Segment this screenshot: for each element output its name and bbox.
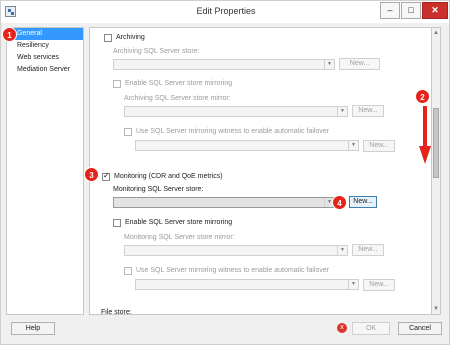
scroll-up-icon[interactable]: ▲ <box>432 28 440 38</box>
nav-item-mediation-server[interactable]: Mediation Server <box>7 64 83 76</box>
archiving-mirror-store-label: Archiving SQL Server store mirror: <box>124 95 231 102</box>
scroll-thumb[interactable] <box>433 108 439 178</box>
monitoring-mirroring-label: Enable SQL Server store mirroring <box>125 219 233 226</box>
file-store-label: File store: <box>101 309 132 316</box>
nav-item-general[interactable]: General <box>7 28 83 40</box>
monitoring-witness-label: Use SQL Server mirroring witness to enab… <box>136 267 330 274</box>
annotation-marker-2: 2 <box>415 89 430 104</box>
monitoring-witness-new-button[interactable]: New... <box>363 279 395 291</box>
archiving-mirroring-checkbox[interactable] <box>113 80 121 88</box>
archiving-witness-label: Use SQL Server mirroring witness to enab… <box>136 128 330 135</box>
archiving-new-button[interactable]: New... <box>339 58 380 70</box>
monitoring-store-label: Monitoring SQL Server store: <box>113 186 204 193</box>
nav-item-web-services[interactable]: Web services <box>7 52 83 64</box>
archiving-mirror-new-button[interactable]: New... <box>352 105 384 117</box>
ok-button[interactable]: OK <box>352 322 390 335</box>
chevron-down-icon: ▼ <box>337 246 347 255</box>
archiving-witness-new-button[interactable]: New... <box>363 140 395 152</box>
monitoring-mirror-new-button[interactable]: New... <box>352 244 384 256</box>
annotation-marker-1: 1 <box>2 27 17 42</box>
chevron-down-icon: ▼ <box>348 141 358 150</box>
close-button[interactable]: ✕ <box>422 2 448 19</box>
monitoring-witness-checkbox[interactable] <box>124 267 132 275</box>
archiving-store-select[interactable]: ▼ <box>113 59 335 70</box>
vertical-scrollbar[interactable]: ▲ ▼ <box>431 27 441 315</box>
annotation-marker-3: 3 <box>84 167 99 182</box>
archiving-witness-select[interactable]: ▼ <box>135 140 359 151</box>
monitoring-label: Monitoring (CDR and QoE metrics) <box>114 173 223 180</box>
edit-properties-window: Edit Properties – □ ✕ General Resiliency… <box>0 0 450 345</box>
help-button[interactable]: Help <box>11 322 55 335</box>
chevron-down-icon: ▼ <box>337 107 347 116</box>
archiving-witness-checkbox[interactable] <box>124 128 132 136</box>
monitoring-checkbox[interactable] <box>102 171 110 181</box>
annotation-marker-4: 4 <box>332 195 347 210</box>
scroll-down-arrow-icon <box>419 106 431 164</box>
archiving-store-label: Archiving SQL Server store: <box>113 48 200 55</box>
title-bar: Edit Properties – □ ✕ <box>1 1 449 23</box>
minimize-button[interactable]: – <box>380 2 400 19</box>
monitoring-new-button[interactable]: New... <box>349 196 377 208</box>
archiving-mirror-select[interactable]: ▼ <box>124 106 348 117</box>
monitoring-witness-select[interactable]: ▼ <box>135 279 359 290</box>
monitoring-store-select[interactable]: ▼ <box>113 197 335 208</box>
chevron-down-icon: ▼ <box>324 60 334 69</box>
cancel-button[interactable]: Cancel <box>398 322 442 335</box>
scroll-down-icon[interactable]: ▼ <box>432 304 440 314</box>
maximize-button[interactable]: □ <box>401 2 421 19</box>
archiving-label: Archiving <box>116 34 145 41</box>
monitoring-mirror-store-label: Monitoring SQL Server store mirror: <box>124 234 235 241</box>
monitoring-mirroring-checkbox[interactable] <box>113 219 121 227</box>
archiving-mirroring-label: Enable SQL Server store mirroring <box>125 80 233 87</box>
error-icon: x <box>337 323 347 333</box>
monitoring-mirror-select[interactable]: ▼ <box>124 245 348 256</box>
nav-item-resiliency[interactable]: Resiliency <box>7 40 83 52</box>
archiving-checkbox[interactable] <box>104 34 112 42</box>
nav-list: General Resiliency Web services Mediatio… <box>6 27 84 315</box>
chevron-down-icon: ▼ <box>348 280 358 289</box>
